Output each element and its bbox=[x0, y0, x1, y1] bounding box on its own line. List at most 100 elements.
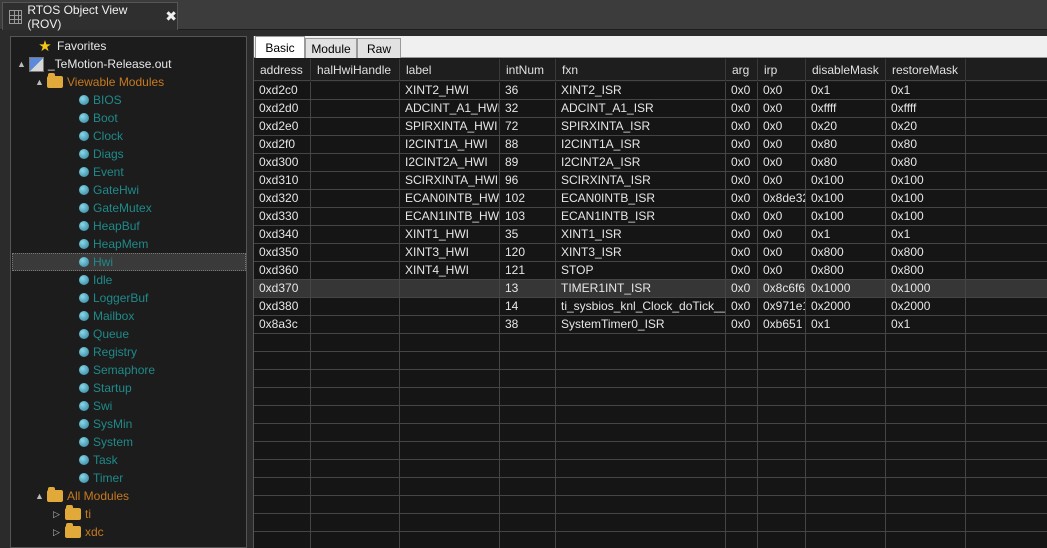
expand-arrow-icon[interactable]: ▷ bbox=[53, 527, 65, 538]
tree-item-module-mailbox[interactable]: Mailbox bbox=[67, 307, 134, 325]
tree-item-module-heapbuf[interactable]: HeapBuf bbox=[67, 217, 140, 235]
column-header-intnum[interactable]: intNum bbox=[500, 59, 556, 81]
collapse-arrow-icon[interactable]: ▲ bbox=[35, 77, 47, 87]
tree-item-module-diags[interactable]: Diags bbox=[67, 145, 124, 163]
cell-arg bbox=[726, 406, 758, 423]
tree-item-viewable-modules[interactable]: ▲ Viewable Modules bbox=[35, 73, 164, 91]
cell-intnum bbox=[500, 424, 556, 441]
tree-item-module-event[interactable]: Event bbox=[67, 163, 124, 181]
collapse-arrow-icon[interactable]: ▲ bbox=[35, 491, 47, 501]
cell-address: 0xd340 bbox=[254, 226, 311, 243]
table-row[interactable]: 0xd310 SCIRXINTA_HWI 96 SCIRXINTA_ISR 0x0 0x0… bbox=[254, 172, 1047, 190]
cell-fxn bbox=[556, 442, 726, 459]
table-row[interactable]: 0x8a3c 38 SystemTimer0_ISR 0x0 0xb651 0x1 0x1 bbox=[254, 316, 1047, 334]
cell-intnum bbox=[500, 388, 556, 405]
cell-fxn: XINT2_ISR bbox=[556, 82, 726, 99]
cell-fxn: I2CINT2A_ISR bbox=[556, 154, 726, 171]
cell-address: 0xd300 bbox=[254, 154, 311, 171]
cell-halhwihandle bbox=[311, 100, 400, 117]
cell-irp bbox=[758, 406, 806, 423]
table-row[interactable]: 0xd340 XINT1_HWI 35 XINT1_ISR 0x0 0x0 0x1 0x1 bbox=[254, 226, 1047, 244]
cell-filler bbox=[966, 154, 1047, 171]
tab-module[interactable]: Module bbox=[305, 38, 357, 58]
table-row[interactable]: 0xd330 ECAN1INTB_HWI 103 ECAN1INTB_ISR 0x0 0x… bbox=[254, 208, 1047, 226]
column-header-arg[interactable]: arg bbox=[726, 59, 758, 81]
cell-irp bbox=[758, 334, 806, 351]
cell-disablemask bbox=[806, 532, 886, 548]
column-header-disablemask[interactable]: disableMask bbox=[806, 59, 886, 81]
tree-item-package-xdc-label: xdc bbox=[85, 525, 104, 539]
collapse-arrow-icon[interactable]: ▲ bbox=[17, 59, 29, 69]
tree-item-module-loggerbuf[interactable]: LoggerBuf bbox=[67, 289, 148, 307]
column-header-fxn[interactable]: fxn bbox=[556, 59, 726, 81]
cell-halhwihandle bbox=[311, 136, 400, 153]
cell-intnum: 38 bbox=[500, 316, 556, 333]
object-view-panel: Basic Module Raw address halHwiHandle label i… bbox=[253, 36, 1047, 548]
cell-disablemask bbox=[806, 334, 886, 351]
cell-intnum bbox=[500, 334, 556, 351]
table-row[interactable]: 0xd2f0 I2CINT1A_HWI 88 I2CINT1A_ISR 0x0 0x0 0x… bbox=[254, 136, 1047, 154]
table-row[interactable]: 0xd2d0 ADCINT_A1_HWI 32 ADCINT_A1_ISR 0x0 0x0… bbox=[254, 100, 1047, 118]
tree-item-all-modules[interactable]: ▲ All Modules bbox=[35, 487, 129, 505]
tree-item-module-heapmem[interactable]: HeapMem bbox=[67, 235, 148, 253]
tree-item-module-system[interactable]: System bbox=[67, 433, 133, 451]
cell-fxn bbox=[556, 352, 726, 369]
tree-item-module-boot[interactable]: Boot bbox=[67, 109, 118, 127]
tree-item-favorites[interactable]: ★ Favorites bbox=[25, 37, 106, 55]
column-header-address[interactable]: address bbox=[254, 59, 311, 81]
cell-disablemask: 0x80 bbox=[806, 154, 886, 171]
table-row[interactable]: 0xd370 13 TIMER1INT_ISR 0x0 0x8c6f6 0x1000 0x1… bbox=[254, 280, 1047, 298]
module-icon bbox=[79, 311, 89, 321]
cell-address: 0x8a3c bbox=[254, 316, 311, 333]
module-icon bbox=[79, 185, 89, 195]
tree-item-module-gatehwi[interactable]: GateHwi bbox=[67, 181, 139, 199]
column-header-restoremask[interactable]: restoreMask bbox=[886, 59, 966, 81]
module-icon bbox=[79, 473, 89, 483]
tree-item-module-clock[interactable]: Clock bbox=[67, 127, 123, 145]
tree-item-module-bios[interactable]: BIOS bbox=[67, 91, 122, 109]
module-tree[interactable]: ★ Favorites ▲ _TeMotion-Release.out ▲ Viewabl… bbox=[10, 36, 247, 548]
cell-halhwihandle bbox=[311, 154, 400, 171]
tree-item-module-queue[interactable]: Queue bbox=[67, 325, 129, 343]
table-row[interactable]: 0xd300 I2CINT2A_HWI 89 I2CINT2A_ISR 0x0 0x0 0x… bbox=[254, 154, 1047, 172]
cell-disablemask: 0x20 bbox=[806, 118, 886, 135]
tab-raw[interactable]: Raw bbox=[357, 38, 401, 58]
tab-basic[interactable]: Basic bbox=[255, 36, 305, 58]
table-row[interactable]: 0xd360 XINT4_HWI 121 STOP 0x0 0x0 0x800 0x800 bbox=[254, 262, 1047, 280]
tree-item-module-idle[interactable]: Idle bbox=[67, 271, 112, 289]
table-row[interactable]: 0xd350 XINT3_HWI 120 XINT3_ISR 0x0 0x0 0x800 0x… bbox=[254, 244, 1047, 262]
tree-item-package-ti[interactable]: ▷ ti bbox=[53, 505, 91, 523]
cell-filler bbox=[966, 226, 1047, 243]
cell-restoremask bbox=[886, 424, 966, 441]
cell-irp bbox=[758, 370, 806, 387]
rov-view-tab[interactable]: RTOS Object View (ROV) ✖ bbox=[2, 2, 178, 31]
tree-item-project[interactable]: ▲ _TeMotion-Release.out bbox=[17, 55, 171, 73]
close-icon[interactable]: ✖ bbox=[165, 9, 177, 25]
cell-filler bbox=[966, 262, 1047, 279]
tree-item-module-swi[interactable]: Swi bbox=[67, 397, 112, 415]
cell-address: 0xd380 bbox=[254, 298, 311, 315]
cell-intnum bbox=[500, 406, 556, 423]
cell-filler bbox=[966, 298, 1047, 315]
tree-item-module-gatemutex[interactable]: GateMutex bbox=[67, 199, 152, 217]
tree-item-module-task[interactable]: Task bbox=[67, 451, 118, 469]
table-row[interactable]: 0xd2c0 XINT2_HWI 36 XINT2_ISR 0x0 0x0 0x1 0x1 bbox=[254, 82, 1047, 100]
column-header-halhwihandle[interactable]: halHwiHandle bbox=[311, 59, 400, 81]
cell-intnum bbox=[500, 352, 556, 369]
expand-arrow-icon[interactable]: ▷ bbox=[53, 509, 65, 520]
table-row[interactable]: 0xd320 ECAN0INTB_HWI 102 ECAN0INTB_ISR 0x0 0x… bbox=[254, 190, 1047, 208]
tree-item-module-registry[interactable]: Registry bbox=[67, 343, 137, 361]
table-row[interactable]: 0xd2e0 SPIRXINTA_HWI 72 SPIRXINTA_ISR 0x0 0x0… bbox=[254, 118, 1047, 136]
cell-address: 0xd2c0 bbox=[254, 82, 311, 99]
folder-icon bbox=[65, 523, 81, 538]
tree-item-module-startup[interactable]: Startup bbox=[67, 379, 132, 397]
tree-item-module-timer[interactable]: Timer bbox=[67, 469, 123, 487]
cell-arg bbox=[726, 496, 758, 513]
tree-item-module-semaphore[interactable]: Semaphore bbox=[67, 361, 155, 379]
tree-item-package-xdc[interactable]: ▷ xdc bbox=[53, 523, 104, 541]
table-row[interactable]: 0xd380 14 ti_sysbios_knl_Clock_doTick__I 0x… bbox=[254, 298, 1047, 316]
column-header-irp[interactable]: irp bbox=[758, 59, 806, 81]
tree-item-module-hwi[interactable]: Hwi bbox=[67, 253, 113, 271]
column-header-label[interactable]: label bbox=[400, 59, 500, 81]
tree-item-module-sysmin[interactable]: SysMin bbox=[67, 415, 132, 433]
